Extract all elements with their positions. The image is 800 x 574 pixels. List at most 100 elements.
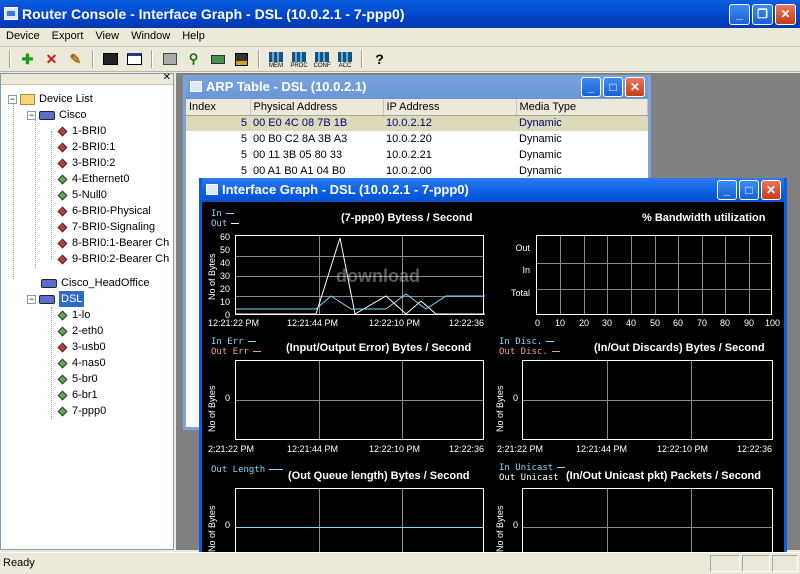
menu-window[interactable]: Window (125, 28, 176, 46)
tree-node-cisco[interactable]: − Cisco (27, 107, 87, 123)
x-tick: 80 (720, 318, 731, 328)
minimize-button[interactable]: _ (729, 4, 750, 25)
x-tick: 10 (555, 318, 566, 328)
x-tick: 2:21:22 PM (497, 444, 544, 454)
interface-up-icon (57, 406, 68, 416)
interface-up-icon (57, 326, 68, 336)
collapse-icon[interactable]: − (27, 110, 36, 120)
mem-button[interactable]: MEM (266, 49, 286, 69)
x-tick: 40 (626, 318, 637, 328)
toolbar: ✚ ✕ ✎ ⚲ MEM PROC CONF ACC ? (0, 47, 800, 72)
add-icon[interactable]: ✚ (17, 49, 38, 69)
menu-view[interactable]: View (89, 28, 125, 46)
x-tick: 12:21:44 PM (576, 444, 628, 454)
g3-legend: In Err Out Err (211, 337, 261, 357)
x-tick: 12:21:44 PM (287, 444, 339, 454)
tree-item-cisco-6[interactable]: 6-BRI0-Physical (55, 203, 151, 219)
monitor-icon[interactable] (231, 49, 252, 69)
x-tick: 60 (673, 318, 684, 328)
x-tick: 12:22:36 (737, 444, 773, 454)
toolbar-grip (9, 50, 11, 68)
tree-item-dsl-7[interactable]: 7-ppp0 (55, 403, 106, 419)
tree-item-dsl-3[interactable]: 3-usb0 (55, 339, 106, 355)
x-tick: 12:22:36 (449, 444, 485, 454)
tree-item-dsl-2[interactable]: 2-eth0 (55, 323, 103, 339)
x-tick: 12:21:44 PM (287, 318, 339, 328)
app-icon (4, 7, 18, 20)
menu-device[interactable]: Device (0, 28, 46, 46)
interface-up-icon (57, 374, 68, 384)
graph-close-button[interactable]: ✕ (761, 180, 781, 200)
table-row[interactable]: 5 00 11 3B 05 80 33 10.0.2.21 Dynamic (186, 147, 648, 163)
status-cell (710, 555, 740, 572)
arp-maximize-button[interactable]: □ (603, 77, 623, 97)
router-icon[interactable] (207, 49, 228, 69)
tree-item-cisco-4[interactable]: 4-Ethernet0 (55, 171, 129, 187)
tree-node-device-list[interactable]: − Device List (8, 91, 93, 107)
tree-item-dsl-5[interactable]: 5-br0 (55, 371, 98, 387)
menu-export[interactable]: Export (46, 28, 90, 46)
tree-item-dsl-4[interactable]: 4-nas0 (55, 355, 106, 371)
app-title-bar: Router Console - Interface Graph - DSL (… (0, 0, 800, 28)
pane-close-icon[interactable]: ✕ (163, 72, 171, 83)
collapse-icon[interactable]: − (27, 294, 36, 304)
x-tick: 12:22:36 (449, 318, 485, 328)
folder-icon (20, 93, 35, 105)
menu-help[interactable]: Help (176, 28, 211, 46)
tree-item-cisco-9[interactable]: 9-BRI0:2-Bearer Ch (55, 251, 173, 267)
tree-node-dsl[interactable]: − DSL (27, 291, 85, 307)
col-physical-address[interactable]: Physical Address (250, 99, 384, 116)
tree-item-dsl-6[interactable]: 6-br1 (55, 387, 98, 403)
arp-window-title: ARP Table - DSL (10.0.2.1) (206, 79, 367, 94)
y-tick: 0 (224, 520, 230, 530)
y-tick: 0 (224, 393, 230, 403)
graph-maximize-button[interactable]: □ (739, 180, 759, 200)
g1-legend: In Out (211, 209, 240, 229)
tree-item-dsl-1[interactable]: 1-lo (55, 307, 90, 323)
help-icon[interactable]: ? (369, 49, 390, 69)
table-row[interactable]: 5 00 A1 B0 A1 04 B0 10.0.2.00 Dynamic (186, 163, 648, 179)
tree-label: Cisco_HeadOffice (61, 277, 150, 289)
status-cell (772, 555, 798, 572)
tree-item-cisco-1[interactable]: 1-BRI0 (55, 123, 106, 139)
edit-icon[interactable]: ✎ (65, 49, 86, 69)
graph-window-title-bar: Interface Graph - DSL (10.0.2.1 - 7-ppp0… (202, 178, 784, 202)
x-tick: 0 (535, 318, 541, 328)
tree-item-cisco-2[interactable]: 2-BRI0:1 (55, 139, 115, 155)
graph-minimize-button[interactable]: _ (717, 180, 737, 200)
device-icon[interactable] (159, 49, 180, 69)
tree-item-cisco-5[interactable]: 5-Null0 (55, 187, 107, 203)
restore-button[interactable]: ❐ (752, 4, 773, 25)
proc-button[interactable]: PROC (289, 49, 309, 69)
g6-title: (In/Out Unicast pkt) Packets / Second (566, 470, 761, 482)
delete-icon[interactable]: ✕ (41, 49, 62, 69)
tree-item-cisco-7[interactable]: 7-BRI0-Signaling (55, 219, 155, 235)
window-white-icon[interactable] (124, 49, 145, 69)
acc-button[interactable]: ACC (335, 49, 355, 69)
router-icon (39, 110, 55, 120)
table-row[interactable]: 5 00 E0 4C 08 7B 1B 10.0.2.12 Dynamic (186, 115, 648, 131)
interface-down-icon (57, 222, 68, 232)
g2-row-label: Out (515, 243, 530, 253)
y-tick: 30 (219, 271, 230, 281)
arp-close-button[interactable]: ✕ (625, 77, 645, 97)
tree-item-cisco-3[interactable]: 3-BRI0:2 (55, 155, 115, 171)
tree-label-selected: DSL (59, 291, 85, 307)
tree-item-cisco-8[interactable]: 8-BRI0:1-Bearer Ch (55, 235, 173, 251)
network-tree-icon[interactable]: ⚲ (183, 49, 204, 69)
router-icon (41, 278, 57, 288)
col-index[interactable]: Index (186, 99, 251, 116)
tree-node-cisco-headoffice[interactable]: Cisco_HeadOffice (41, 275, 149, 291)
close-button[interactable]: ✕ (775, 4, 796, 25)
arp-minimize-button[interactable]: _ (581, 77, 601, 97)
col-media-type[interactable]: Media Type (516, 99, 648, 116)
g1-plot: download (235, 235, 485, 315)
y-tick: 0 (512, 393, 518, 403)
col-ip-address[interactable]: IP Address (383, 99, 517, 116)
window-black-icon[interactable] (100, 49, 121, 69)
collapse-icon[interactable]: − (8, 94, 17, 104)
y-tick: 50 (219, 245, 230, 255)
conf-button[interactable]: CONF (312, 49, 332, 69)
table-row[interactable]: 5 00 B0 C2 8A 3B A3 10.0.2.20 Dynamic (186, 131, 648, 147)
x-tick: 20 (579, 318, 590, 328)
